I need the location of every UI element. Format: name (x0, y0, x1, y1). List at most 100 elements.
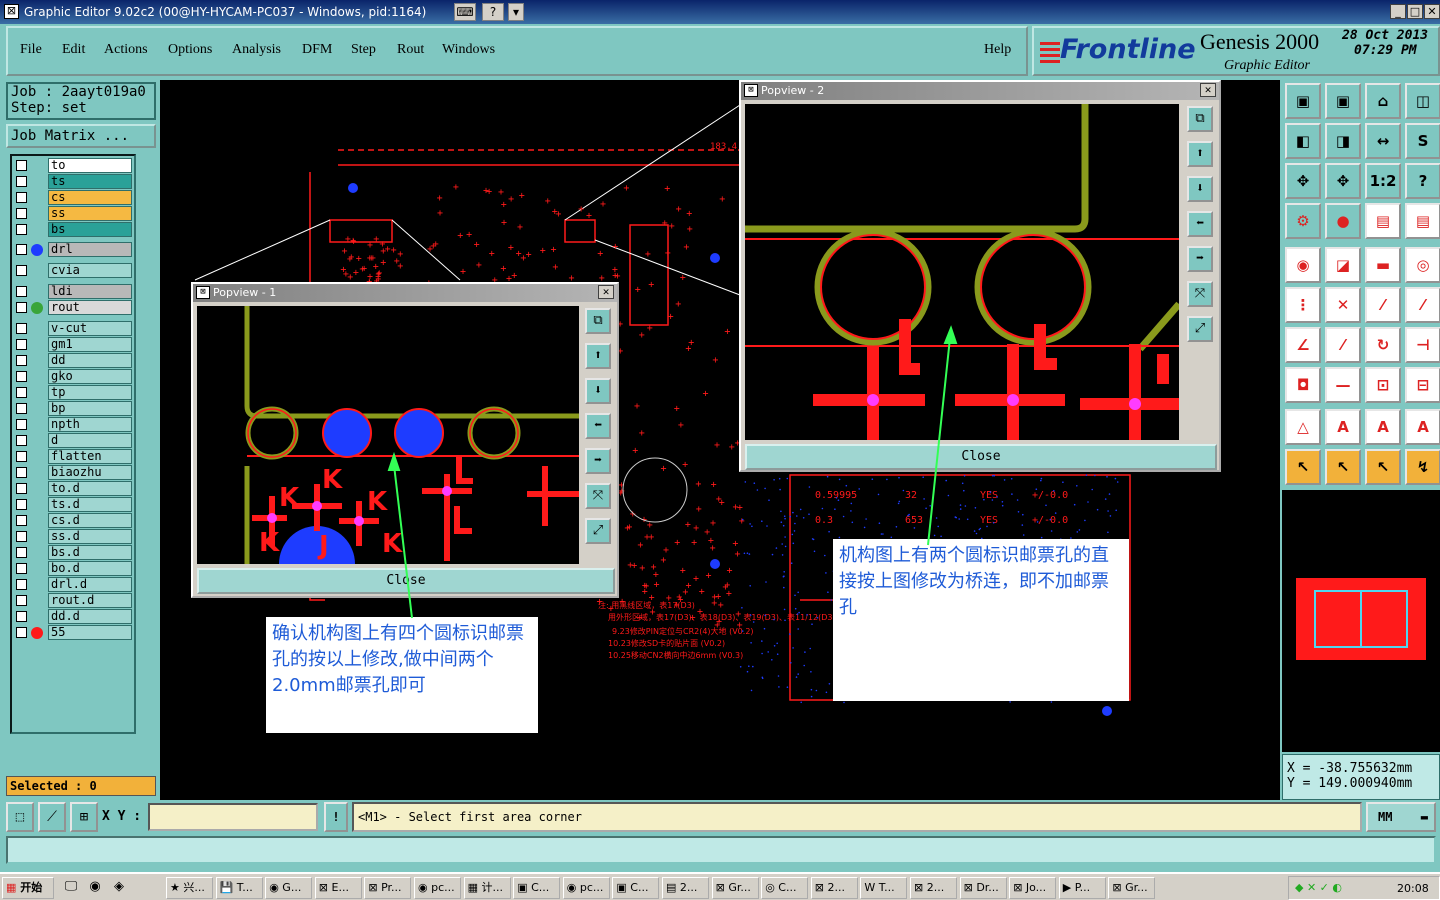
zoom-fit-icon[interactable]: ⤧ (1187, 281, 1213, 307)
layer-name[interactable]: drl (48, 242, 132, 257)
circle-icon[interactable]: ◎ (1405, 247, 1440, 283)
layer-name[interactable]: bo.d (48, 561, 132, 576)
layer-name[interactable]: dd.d (48, 609, 132, 624)
menu-actions[interactable]: Actions (104, 42, 148, 58)
layer-name[interactable]: ldi (48, 284, 132, 299)
layer-checkbox[interactable] (16, 371, 27, 382)
layer-row[interactable]: drl.d (14, 577, 132, 592)
layer-checkbox[interactable] (16, 579, 27, 590)
layer-row[interactable]: dd.d (14, 609, 132, 624)
popview-1-close-icon[interactable]: ✕ (598, 285, 614, 299)
layer-checkbox[interactable] (16, 339, 27, 350)
layers-alt-icon[interactable]: ▤ (1405, 203, 1440, 239)
layer-checkbox[interactable] (16, 547, 27, 558)
pan-down-icon[interactable]: ⬇ (585, 378, 611, 404)
units-selector[interactable]: MM ▬ (1366, 802, 1436, 832)
taskbar-button[interactable]: ⊠ Dr... (959, 877, 1007, 899)
scale-icon[interactable]: 1:2 (1365, 163, 1401, 199)
layer-name[interactable]: ts (48, 174, 132, 189)
menu-rout[interactable]: Rout (397, 42, 424, 58)
layer-row[interactable]: gm1 (14, 337, 132, 352)
layer-checkbox[interactable] (16, 208, 27, 219)
pan-right-icon[interactable]: ➡ (585, 448, 611, 474)
zoom-center-icon[interactable]: ✥ (1325, 163, 1361, 199)
layer-row[interactable]: gko (14, 369, 132, 384)
taskbar-button[interactable]: ◎ C... (761, 877, 809, 899)
layer-row[interactable]: ts (14, 174, 132, 189)
popview-1-canvas[interactable]: KKKKKJ (197, 306, 579, 564)
layer-row[interactable]: bs (14, 222, 132, 237)
layer-name[interactable]: v-cut (48, 321, 132, 336)
settings-icon[interactable]: ⚙ (1285, 203, 1321, 239)
layer-checkbox[interactable] (16, 451, 27, 462)
keyboard-icon[interactable]: ⌨ (454, 3, 476, 21)
show-desktop-icon[interactable]: 🖵 (62, 879, 80, 897)
layer-row[interactable]: v-cut (14, 321, 132, 336)
layer-name[interactable]: ss.d (48, 529, 132, 544)
layer-row[interactable]: rout.d (14, 593, 132, 608)
home-icon[interactable]: ⌂ (1365, 83, 1401, 119)
layer-up-icon[interactable]: ▣ (1285, 83, 1321, 119)
layer-row[interactable]: ts.d (14, 497, 132, 512)
delete-icon[interactable]: ✕ (1325, 287, 1361, 323)
s-curve-icon[interactable]: S (1405, 123, 1440, 159)
layer-row[interactable]: tp (14, 385, 132, 400)
layer-name[interactable]: drl.d (48, 577, 132, 592)
taskbar-button[interactable]: ▤ 2... (662, 877, 709, 899)
layer-name[interactable]: rout (48, 300, 132, 315)
layer-checkbox[interactable] (16, 595, 27, 606)
layer-row[interactable]: dd (14, 353, 132, 368)
layer-checkbox[interactable] (16, 265, 27, 276)
taskbar-button[interactable]: ▣ C... (513, 877, 561, 899)
zoom-fit-icon[interactable]: ✥ (1285, 163, 1321, 199)
pad-select-icon[interactable]: ◘ (1285, 367, 1321, 403)
window-icon[interactable]: ⊠ (4, 4, 19, 19)
exclamation-icon[interactable]: ! (324, 802, 348, 832)
line-icon[interactable]: ⁄ (1365, 287, 1401, 323)
browser-icon[interactable]: ◉ (86, 879, 104, 897)
layer-name[interactable]: bs (48, 222, 132, 237)
layer-checkbox[interactable] (16, 286, 27, 297)
layer-name[interactable]: ts.d (48, 497, 132, 512)
layer-row[interactable]: cs.d (14, 513, 132, 528)
taskbar-button[interactable]: ⊠ Pr... (364, 877, 412, 899)
zoom-fit-icon[interactable]: ⤧ (585, 483, 611, 509)
taskbar-button[interactable]: ▶ P... (1058, 877, 1106, 899)
taskbar-button[interactable]: ▦ 计... (463, 877, 511, 899)
layer-row[interactable]: drl (14, 242, 132, 257)
zoom-home-icon[interactable]: ⤢ (1187, 316, 1213, 342)
pan-up-icon[interactable]: ⬆ (1187, 141, 1213, 167)
layer-row[interactable]: d (14, 433, 132, 448)
minimize-button[interactable]: _ (1390, 4, 1406, 19)
connect-icon[interactable]: ⋮ (1285, 287, 1321, 323)
overview-board[interactable] (1296, 578, 1426, 660)
menu-file[interactable]: File (20, 42, 42, 58)
help-icon[interactable]: ? (482, 3, 504, 21)
zoom-window-icon[interactable]: ⧉ (585, 308, 611, 334)
taskbar-button[interactable]: ⊠ Gr... (1108, 877, 1156, 899)
layer-checkbox[interactable] (16, 176, 27, 187)
layer-row[interactable]: cs (14, 190, 132, 205)
layer-name[interactable]: flatten (48, 449, 132, 464)
pan-right-icon[interactable]: ➡ (1187, 246, 1213, 272)
layer-row[interactable]: cvia (14, 263, 132, 278)
layer-row[interactable]: to.d (14, 481, 132, 496)
taskbar-button[interactable]: ⊠ 2... (910, 877, 957, 899)
layer-name[interactable]: 55 (48, 625, 132, 640)
pointer-icon[interactable]: ↖ (1285, 449, 1321, 485)
minus-icon[interactable]: — (1325, 367, 1361, 403)
triangle-icon[interactable]: △ (1285, 409, 1321, 445)
layer-row[interactable]: bo.d (14, 561, 132, 576)
layer-checkbox[interactable] (16, 244, 27, 255)
layer-checkbox[interactable] (16, 302, 27, 313)
layer-row[interactable]: ss (14, 206, 132, 221)
pointer-snap-icon[interactable]: ↯ (1405, 449, 1440, 485)
layer-row[interactable]: npth (14, 417, 132, 432)
menu-step[interactable]: Step (351, 42, 376, 58)
dropdown-icon[interactable]: ▾ (508, 3, 524, 21)
maximize-button[interactable]: □ (1407, 4, 1423, 19)
split-icon[interactable]: ◫ (1405, 83, 1440, 119)
arc-icon[interactable]: A (1325, 409, 1361, 445)
group-icon[interactable]: ⊟ (1405, 367, 1440, 403)
zoom-window-icon[interactable]: ⧉ (1187, 106, 1213, 132)
